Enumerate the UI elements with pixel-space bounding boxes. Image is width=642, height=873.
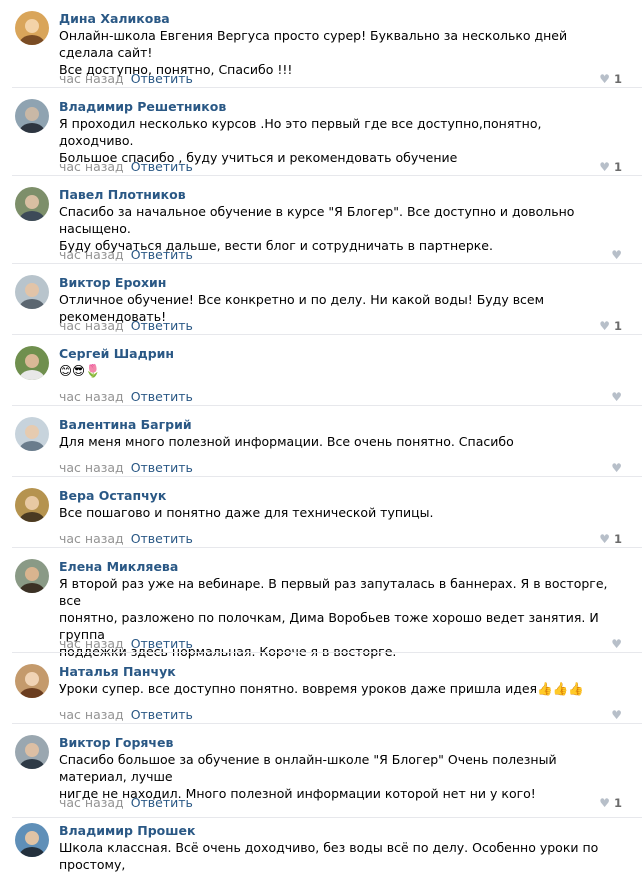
heart-icon: ♥ (611, 248, 622, 262)
heart-icon: ♥ (599, 160, 610, 174)
divider (12, 175, 642, 176)
heart-icon: ♥ (611, 708, 622, 722)
reply-link[interactable]: Ответить (131, 71, 193, 86)
avatar[interactable] (15, 417, 49, 451)
avatar[interactable] (15, 275, 49, 309)
comment-meta: час назад Ответить (59, 636, 193, 652)
like-count: 1 (613, 160, 622, 174)
like-count: 1 (613, 532, 622, 546)
avatar[interactable] (15, 664, 49, 698)
comment-meta: час назад Ответить (59, 71, 193, 87)
comment-text: Все пошагово и понятно даже для техничес… (59, 505, 434, 520)
comment-time: час назад (59, 531, 124, 546)
divider (12, 547, 642, 548)
heart-icon: ♥ (599, 319, 610, 333)
reply-link[interactable]: Ответить (131, 247, 193, 262)
divider (12, 87, 642, 88)
like-button[interactable]: ♥ 1 (599, 71, 622, 87)
like-button[interactable]: ♥ (611, 707, 622, 723)
reply-link[interactable]: Ответить (131, 531, 193, 546)
like-button[interactable]: ♥ 1 (599, 531, 622, 547)
heart-icon: ♥ (611, 461, 622, 475)
divider (12, 476, 642, 477)
divider (12, 652, 642, 653)
comment-text: 😊😎🌷 (59, 363, 101, 378)
comment-author[interactable]: Валентина Багрий (59, 417, 192, 433)
reply-link[interactable]: Ответить (131, 159, 193, 174)
heart-icon: ♥ (611, 390, 622, 404)
comment-author[interactable]: Павел Плотников (59, 187, 186, 203)
comment-author[interactable]: Наталья Панчук (59, 664, 176, 680)
avatar[interactable] (15, 823, 49, 857)
comment-author[interactable]: Владимир Решетников (59, 99, 226, 115)
reply-link[interactable]: Ответить (131, 389, 193, 404)
comment-time: час назад (59, 795, 124, 810)
comment-author[interactable]: Дина Халикова (59, 11, 170, 27)
comment-time: час назад (59, 159, 124, 174)
comment-meta: час назад Ответить (59, 707, 193, 723)
like-button[interactable]: ♥ (611, 460, 622, 476)
heart-icon: ♥ (611, 637, 622, 651)
comment-author[interactable]: Виктор Ерохин (59, 275, 166, 291)
divider (12, 405, 642, 406)
comment-meta: час назад Ответить (59, 531, 193, 547)
comment-meta: час назад Ответить (59, 460, 193, 476)
comment-meta: час назад Ответить (59, 389, 193, 405)
comment-time: час назад (59, 707, 124, 722)
divider (12, 263, 642, 264)
comment-meta: час назад Ответить (59, 318, 193, 334)
comment-meta: час назад Ответить (59, 247, 193, 263)
reply-link[interactable]: Ответить (131, 460, 193, 475)
comment-time: час назад (59, 460, 124, 475)
like-count: 1 (613, 72, 622, 86)
heart-icon: ♥ (599, 72, 610, 86)
divider (12, 817, 642, 818)
comment-meta: час назад Ответить (59, 159, 193, 175)
comment-author[interactable]: Елена Микляева (59, 559, 178, 575)
comment-time: час назад (59, 636, 124, 651)
comment-time: час назад (59, 389, 124, 404)
heart-icon: ♥ (599, 532, 610, 546)
comment-author[interactable]: Вера Остапчук (59, 488, 166, 504)
like-button[interactable]: ♥ (611, 636, 622, 652)
reply-link[interactable]: Ответить (131, 707, 193, 722)
comment-text: Уроки супер. все доступно понятно. вовре… (59, 681, 584, 696)
like-button[interactable]: ♥ (611, 389, 622, 405)
avatar[interactable] (15, 488, 49, 522)
like-count: 1 (613, 796, 622, 810)
avatar[interactable] (15, 735, 49, 769)
reply-link[interactable]: Ответить (131, 318, 193, 333)
like-button[interactable]: ♥ (611, 247, 622, 263)
avatar[interactable] (15, 187, 49, 221)
heart-icon: ♥ (599, 796, 610, 810)
comment-text: Для меня много полезной информации. Все … (59, 434, 514, 449)
comment-meta: час назад Ответить (59, 795, 193, 811)
like-count: 1 (613, 319, 622, 333)
divider (12, 334, 642, 335)
like-button[interactable]: ♥ 1 (599, 159, 622, 175)
comment-text: Школа классная. Всё очень доходчиво, без… (59, 840, 603, 872)
like-button[interactable]: ♥ 1 (599, 795, 622, 811)
like-button[interactable]: ♥ 1 (599, 318, 622, 334)
comment-time: час назад (59, 71, 124, 86)
comment-author[interactable]: Владимир Прошек (59, 823, 195, 839)
divider (12, 723, 642, 724)
comment-author[interactable]: Сергей Шадрин (59, 346, 174, 362)
comment-author[interactable]: Виктор Горячев (59, 735, 173, 751)
avatar[interactable] (15, 346, 49, 380)
avatar[interactable] (15, 559, 49, 593)
comment-time: час назад (59, 247, 124, 262)
avatar[interactable] (15, 11, 49, 45)
reply-link[interactable]: Ответить (131, 795, 193, 810)
avatar[interactable] (15, 99, 49, 133)
comment-time: час назад (59, 318, 124, 333)
reply-link[interactable]: Ответить (131, 636, 193, 651)
